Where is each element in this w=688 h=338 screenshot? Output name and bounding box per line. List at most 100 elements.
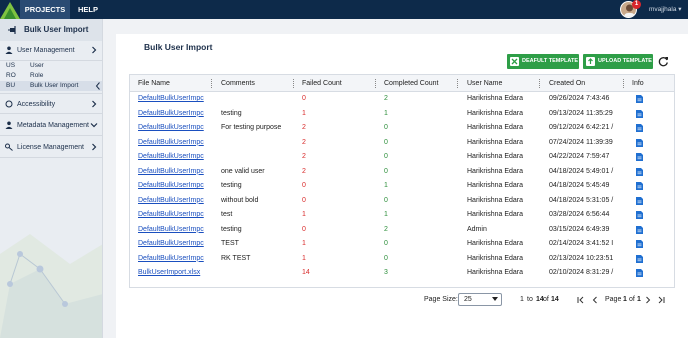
file-name-link[interactable]: DefaultBulkUserImpc (138, 121, 218, 136)
column-header-comments[interactable]: Comments (221, 75, 255, 92)
created-on-cell: 09/12/2024 6:42:21 / (549, 124, 614, 131)
column-resize-handle[interactable] (539, 79, 540, 88)
first-page-icon[interactable] (577, 296, 585, 304)
file-name-link[interactable]: DefaultBulkUserImpc (138, 194, 218, 209)
failed-count-cell: 2 (302, 138, 306, 146)
sidebar-item-accessibility[interactable]: Accessibility (0, 93, 102, 114)
created-on-cell: 02/13/2024 10:23:51 (549, 254, 614, 262)
comment-cell: testing (221, 225, 242, 233)
file-name-link[interactable]: DefaultBulkUserImpc (138, 136, 218, 151)
page-current: 1 (623, 296, 627, 303)
file-name-link[interactable]: DefaultBulkUserImpc (138, 252, 218, 267)
pin-icon[interactable] (8, 26, 18, 34)
column-header-file-name[interactable]: File Name (138, 75, 170, 92)
column-resize-handle[interactable] (375, 79, 376, 88)
username-menu[interactable]: mvajjhala ▾ (649, 0, 682, 19)
sidebar-item-metadata-management[interactable]: Metadata Management (0, 115, 102, 136)
column-resize-handle[interactable] (293, 79, 294, 88)
document-info-icon[interactable] (636, 182, 643, 190)
comment-cell (221, 136, 299, 151)
document-info-icon[interactable] (636, 240, 643, 248)
file-name-link[interactable]: DefaultBulkUserImpc (138, 150, 218, 165)
document-info-icon[interactable] (636, 269, 643, 277)
table-row[interactable]: DefaultBulkUserImpc RK TEST 1 0 Harikrishna … (130, 252, 674, 267)
file-name-link[interactable]: DefaultBulkUserImpc (138, 165, 218, 180)
tab-help[interactable]: HELP (72, 0, 104, 19)
document-info-icon[interactable] (636, 211, 643, 219)
next-page-icon[interactable] (644, 296, 652, 304)
document-info-icon[interactable] (636, 95, 643, 103)
table-row[interactable]: DefaultBulkUserImpc testing 1 1 Harikrishna … (130, 107, 674, 122)
file-name-link[interactable]: BulkUserImport.xlsx (138, 266, 218, 281)
column-resize-handle[interactable] (457, 79, 458, 88)
subitem-label: Role (30, 72, 44, 79)
column-header-user-name[interactable]: User Name (467, 75, 502, 92)
table-row[interactable]: DefaultBulkUserImpc 2 0 Harikrishna Edara 04… (130, 150, 674, 165)
app-logo-icon[interactable] (0, 0, 20, 19)
user-icon (5, 121, 13, 129)
completed-count-cell: 2 (384, 225, 388, 233)
file-name-link[interactable]: DefaultBulkUserImpc (138, 223, 218, 238)
comment-cell: testing (221, 109, 242, 117)
sidebar-item-user-management[interactable]: User Management (0, 40, 102, 61)
chevron-right-icon (92, 100, 97, 108)
column-resize-handle[interactable] (211, 79, 212, 88)
completed-count-cell: 0 (384, 167, 388, 175)
excel-icon (510, 57, 519, 66)
key-icon (5, 143, 13, 151)
table-row[interactable]: DefaultBulkUserImpc one valid user 2 0 Harik… (130, 165, 674, 180)
table-row[interactable]: DefaultBulkUserImpc without bold 0 0 Harikri… (130, 194, 674, 209)
column-header-created-on[interactable]: Created On (549, 75, 585, 92)
sidebar-item-label: User Management (17, 47, 75, 54)
comment-cell (221, 150, 299, 165)
default-template-button[interactable]: DEAFULT TEMPLATE (507, 54, 579, 69)
comment-cell: TEST (221, 240, 239, 247)
subitem-abbr: RO (6, 72, 16, 79)
column-header-completed-count[interactable]: Completed Count (384, 75, 438, 92)
column-header-info[interactable]: Info (632, 75, 644, 92)
file-name-link[interactable]: DefaultBulkUserImpc (138, 107, 218, 122)
document-info-icon[interactable] (636, 124, 643, 132)
document-info-icon[interactable] (636, 138, 643, 147)
table-row[interactable]: DefaultBulkUserImpc test 1 1 Harikrishna Eda… (130, 208, 674, 223)
table-row[interactable]: DefaultBulkUserImpc 2 0 Harikrishna Edara 07… (130, 136, 674, 151)
file-name-link[interactable]: DefaultBulkUserImpc (138, 237, 218, 252)
file-name-link[interactable]: DefaultBulkUserImpc (138, 92, 218, 107)
column-header-failed-count[interactable]: Failed Count (302, 75, 342, 92)
previous-page-icon[interactable] (591, 296, 599, 304)
sidebar-subitem-bulk-user-import[interactable]: BU Bulk User Import (0, 81, 102, 91)
sidebar-subitem-user[interactable]: US User (0, 61, 102, 71)
bulk-user-import-panel: Bulk User Import DEAFULT TEMPLATE UPLOAD… (116, 34, 688, 338)
document-info-icon[interactable] (636, 196, 643, 205)
tab-projects[interactable]: PROJECTS (20, 0, 70, 19)
document-info-icon[interactable] (636, 254, 643, 263)
document-info-icon[interactable] (636, 109, 643, 118)
table-row[interactable]: DefaultBulkUserImpc TEST 1 0 Harikrishna Eda… (130, 237, 674, 252)
column-resize-handle[interactable] (623, 79, 624, 88)
table-row[interactable]: DefaultBulkUserImpc testing 0 1 Harikrishna … (130, 179, 674, 194)
network-decoration (0, 234, 102, 338)
document-info-icon[interactable] (636, 153, 643, 161)
failed-count-cell: 0 (302, 196, 306, 204)
table-row[interactable]: DefaultBulkUserImpc 0 2 Harikrishna Edara 09… (130, 92, 674, 107)
page-size-select[interactable]: 25 (458, 293, 502, 306)
table-row[interactable]: DefaultBulkUserImpc testing 0 2 Admin 03/15/2… (130, 223, 674, 238)
document-info-icon[interactable] (636, 225, 643, 234)
sidebar-subitem-role[interactable]: RO Role (0, 71, 102, 81)
user-name-cell: Harikrishna Edara (467, 240, 524, 247)
created-on-cell: 09/13/2024 11:35:29 (549, 109, 613, 117)
table-row[interactable]: DefaultBulkUserImpc For testing purpose 2 0… (130, 121, 674, 136)
upload-template-button[interactable]: UPLOAD TEMPLATE (583, 54, 653, 69)
sidebar-item-license-management[interactable]: License Management (0, 137, 102, 158)
file-name-link[interactable]: DefaultBulkUserImpc (138, 208, 218, 223)
refresh-icon[interactable] (658, 56, 669, 67)
completed-count-cell: 1 (384, 211, 388, 218)
failed-count-cell: 1 (302, 240, 306, 247)
file-name-link[interactable]: DefaultBulkUserImpc (138, 179, 218, 194)
table-row[interactable]: BulkUserImport.xlsx 14 3 Harikrishna Edara 0… (130, 266, 674, 281)
completed-count-cell: 0 (384, 240, 388, 247)
notification-badge[interactable]: 1 (632, 0, 641, 9)
last-page-icon[interactable] (657, 296, 665, 304)
document-info-icon[interactable] (636, 167, 643, 176)
created-on-cell: 03/28/2024 6:56:44 (549, 211, 610, 218)
